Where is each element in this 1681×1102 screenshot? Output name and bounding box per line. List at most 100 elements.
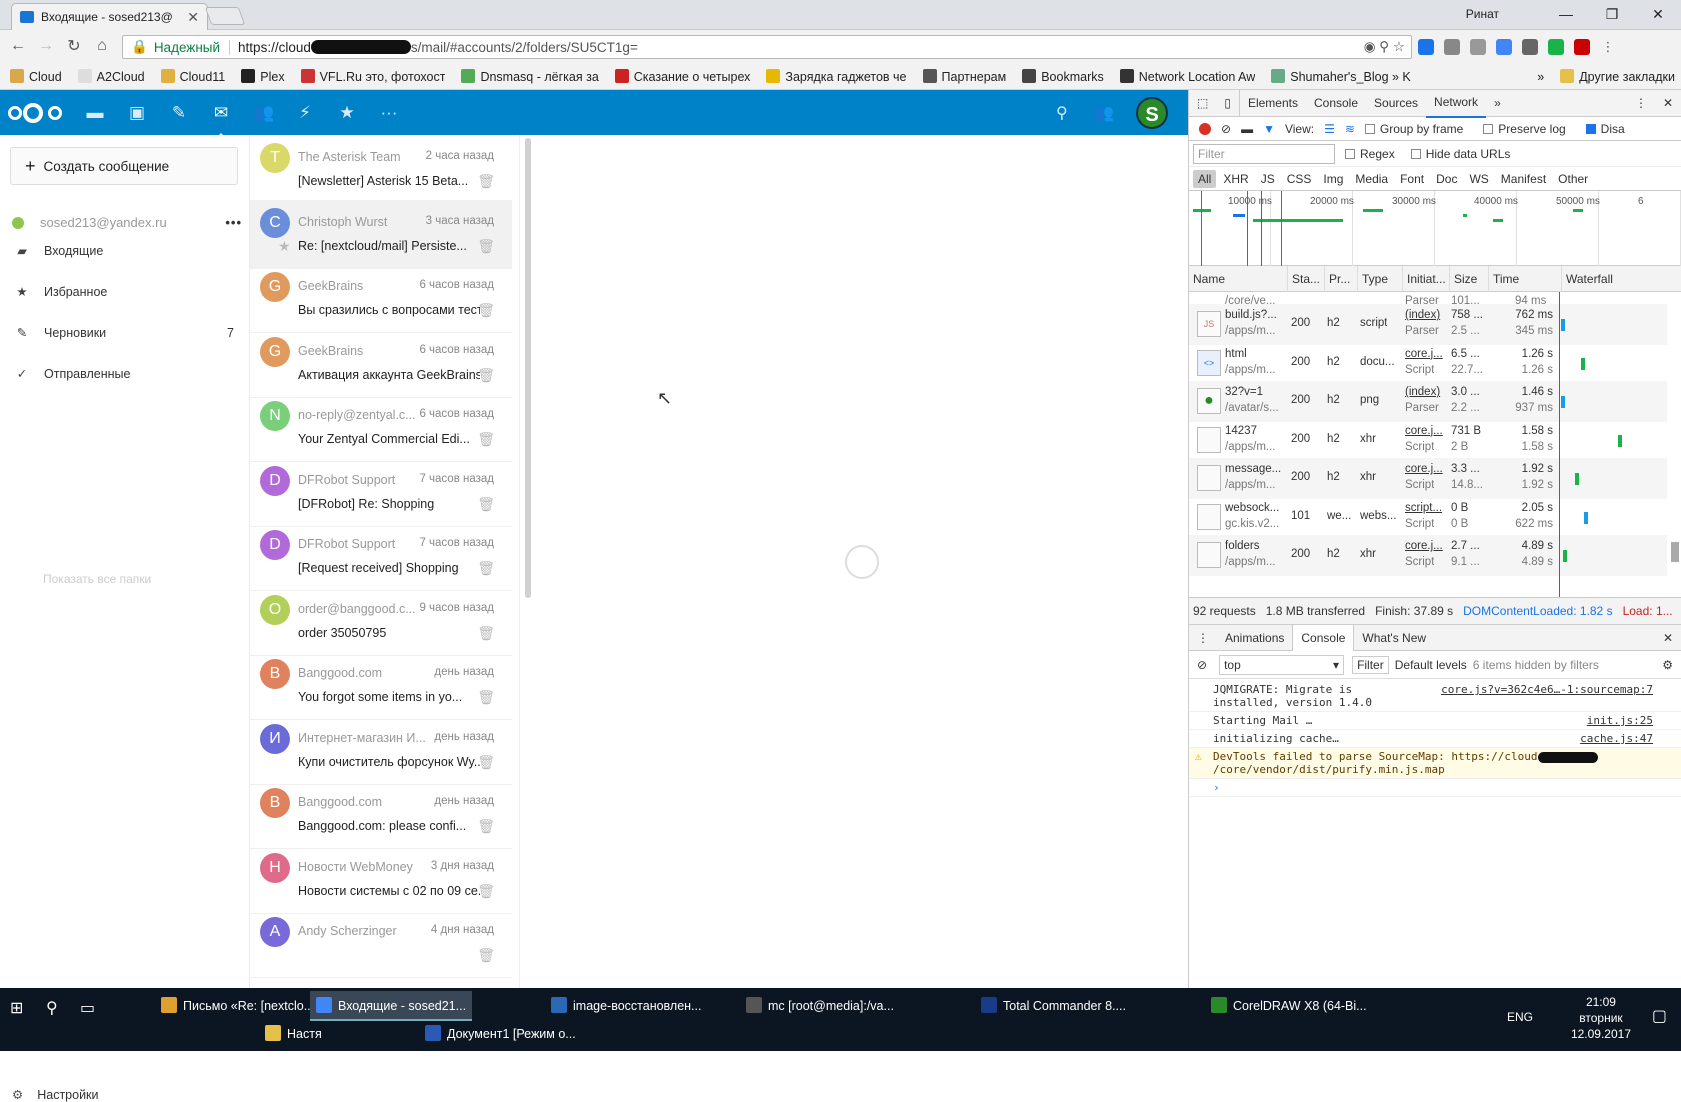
type-filter-img[interactable]: Img [1318,170,1348,188]
folder-item[interactable]: ▰ Входящие [14,243,234,259]
message-item[interactable]: B Banggood.com день назад You forgot some i… [250,651,512,720]
nextcloud-logo[interactable] [8,101,68,125]
devtools-close-icon[interactable]: ✕ [1655,90,1681,117]
message-item[interactable]: G GeekBrains 6 часов назад Активация аккаун… [250,329,512,398]
console-prompt[interactable]: › [1189,779,1681,797]
tab-overflow[interactable]: » [1486,90,1509,117]
col-name[interactable]: Name [1189,265,1288,292]
message-item[interactable]: B Banggood.com день назад Banggood.com: ple… [250,780,512,849]
type-filter-js[interactable]: JS [1256,170,1280,188]
taskbar-app[interactable]: Total Commander 8.... [975,991,1132,1019]
record-icon[interactable] [1199,122,1211,135]
network-row[interactable]: JS build.js?... /apps/m... 200 h2 script (inde… [1189,304,1667,345]
col-waterfall[interactable]: Waterfall [1562,266,1667,292]
message-item[interactable]: A Andy Scherzinger 4 дня назад 🗑 [250,909,512,978]
bookmark-item[interactable]: Network Location Aw [1119,69,1255,84]
message-item[interactable]: G GeekBrains 6 часов назад Вы сразились с в… [250,264,512,333]
account-item[interactable]: sosed213@yandex.ru ••• [12,215,242,230]
bookmark-item[interactable]: Bookmarks [1022,69,1104,84]
extension-bolt-icon[interactable] [1418,39,1434,55]
inspect-icon[interactable]: ⬚ [1189,90,1216,117]
regex-checkbox[interactable]: Regex [1345,147,1395,161]
type-filter-css[interactable]: CSS [1282,170,1317,188]
extension-s-icon[interactable] [1470,39,1486,55]
bookmark-item[interactable]: Сказание о четырех [614,69,750,84]
close-tab-icon[interactable]: ✕ [187,9,199,26]
search-taskbar-icon[interactable]: ⚲ [46,998,58,1018]
col-size[interactable]: Size [1450,265,1489,292]
taskbar-app[interactable]: Настя [265,1025,322,1041]
disable-cache-checkbox[interactable]: Disa [1585,122,1635,136]
taskbar-app[interactable]: Письмо «Re: [nextclo... [155,991,320,1019]
network-row[interactable]: 14237/apps/m... 200 h2 xhr core.j... Script 73… [1189,420,1667,461]
console-source-link[interactable]: cache.js:47 [1580,732,1653,745]
bookmark-item[interactable]: Партнерам [922,69,1006,84]
overview-icon[interactable]: ≋ [1345,122,1355,136]
col-type[interactable]: Type [1358,265,1403,292]
profile-name[interactable]: Ринат [1466,7,1499,21]
bookmark-item[interactable]: Plex [241,69,285,84]
bookmark-item[interactable]: A2Cloud [77,69,145,84]
message-item[interactable]: Oorder@banggood.c... 9 часов назад order 3… [250,587,512,656]
bookmark-item[interactable]: Shumaher's_Blog » K [1271,69,1411,84]
compose-button[interactable]: + Создать сообщение [10,147,238,185]
trash-icon[interactable]: 🗑 [477,560,495,577]
bookmarks-overflow[interactable]: » [1537,70,1544,84]
new-tab-button[interactable] [204,7,246,25]
network-row[interactable]: <> html/apps/m... 200 h2 docu... core.j... Scr… [1189,343,1667,384]
network-row[interactable]: folders/apps/m... 200 h2 xhr core.j... Script… [1189,535,1667,576]
tab-network[interactable]: Network [1426,89,1487,118]
folder-item[interactable]: ★ Избранное [14,284,234,300]
start-icon[interactable]: ⊞ [10,998,23,1018]
taskbar-app[interactable]: Документ1 [Режим о... [425,1025,576,1041]
type-filter-font[interactable]: Font [1395,170,1429,188]
network-filter-input[interactable]: Filter [1193,143,1335,164]
minimize-button[interactable]: — [1543,6,1589,22]
home-icon[interactable]: ⌂ [88,37,116,55]
notes-icon[interactable]: ✎ [169,103,189,123]
message-item[interactable]: D DFRobot Support 7 часов назад [DFRobot] R… [250,458,512,527]
col-status[interactable]: Sta... [1288,265,1325,292]
drawer-tab-console[interactable]: Console [1292,624,1355,651]
message-item[interactable]: Н Новости WebMoney 3 дня назад Новости сист… [250,845,512,914]
extension-translate-icon[interactable] [1496,39,1512,55]
drawer-tab-animations[interactable]: Animations [1217,625,1292,651]
folder-item[interactable]: ✓ Отправленные [14,366,234,382]
type-filter-manifest[interactable]: Manifest [1496,170,1551,188]
maximize-button[interactable]: ❐ [1589,6,1635,23]
hide-data-urls-checkbox[interactable]: Hide data URLs [1410,147,1510,161]
network-row[interactable]: message... /apps/m... 200 h2 xhr core.j... Scr… [1189,458,1667,499]
folder-item[interactable]: ✎ Черновики 7 [14,325,234,341]
close-window-button[interactable]: ✕ [1635,6,1681,23]
trash-icon[interactable]: 🗑 [477,238,495,255]
other-bookmarks[interactable]: Другие закладки [1560,69,1675,84]
tab-sources[interactable]: Sources [1366,90,1426,117]
contacts-icon[interactable]: 👥 [253,103,274,123]
extension-eye-icon[interactable] [1548,39,1564,55]
browser-tab-inbox[interactable]: Входящие - sosed213@ ✕ [11,3,208,30]
bookmark-item[interactable]: VFL.Ru это, фотохост [300,69,445,84]
contacts-menu-icon[interactable]: 👥 [1094,103,1114,123]
filter-icon[interactable]: ▼ [1263,122,1275,136]
taskbar-app[interactable]: mc [root@media]:/va... [740,991,900,1019]
back-icon[interactable]: ← [4,37,32,55]
type-filter-all[interactable]: All [1193,169,1217,188]
tab-elements[interactable]: Elements [1240,90,1306,117]
capture-icon[interactable]: ▬ [1241,122,1253,136]
levels-select[interactable]: Default levels [1395,658,1467,672]
activity-icon[interactable]: ⚡ [295,103,315,123]
bookmark-item[interactable]: Dnsmasq - лёгкая за [461,69,599,84]
url-input[interactable]: 🔒 Надежный https://cloud s/mail/#account… [122,35,1412,59]
trash-icon[interactable]: 🗑 [477,947,495,964]
search-icon[interactable]: ⚲ [1056,103,1068,123]
device-icon[interactable]: ▯ [1216,89,1240,117]
reload-icon[interactable]: ↻ [60,36,88,56]
console-clear-icon[interactable]: ⊘ [1197,658,1207,672]
notifications-icon[interactable]: ▢ [1652,1006,1667,1026]
message-item[interactable]: И Интернет-магазин И... день назад Купи очи… [250,716,512,785]
message-item[interactable]: Nno-reply@zentyal.c... 6 часов назад Your … [250,393,512,462]
bookmark-item[interactable]: Зарядка гаджетов че [766,69,907,84]
devtools-menu-icon[interactable]: ⋮ [1627,90,1655,117]
tab-console[interactable]: Console [1306,90,1366,117]
message-item[interactable]: T The Asterisk Team 2 часа назад [Newslette… [250,135,512,204]
